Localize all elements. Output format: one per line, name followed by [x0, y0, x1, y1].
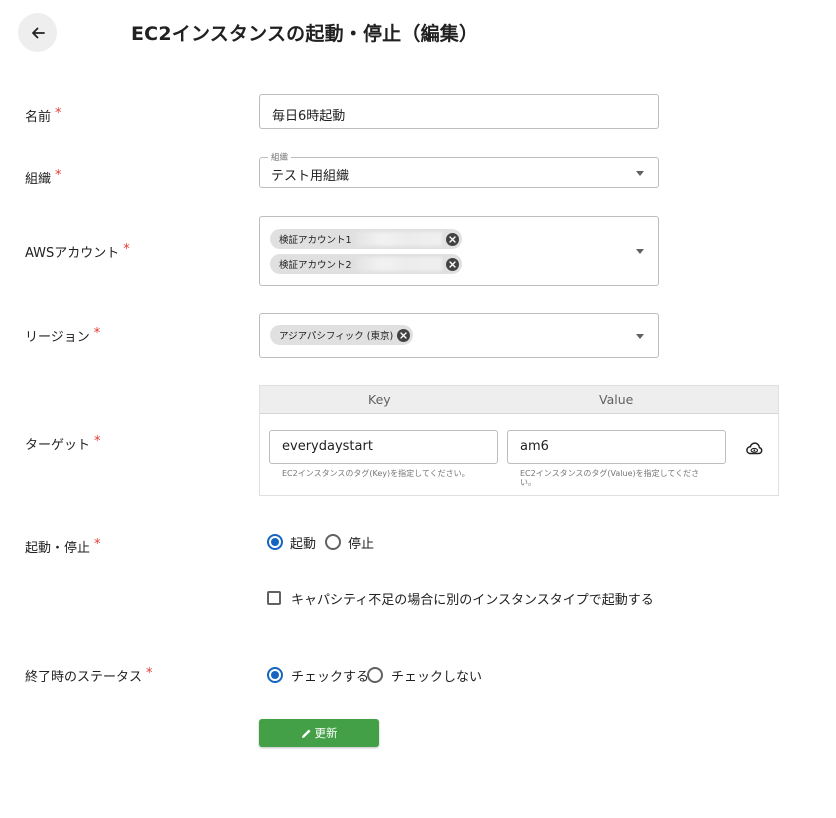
name-input[interactable]: 毎日6時起動: [259, 94, 659, 129]
end-status-label-row: 終了時のステータス *: [25, 666, 153, 685]
required-mark: *: [55, 168, 62, 183]
radio-stop[interactable]: [325, 534, 341, 550]
chip-close-icon[interactable]: [397, 328, 411, 342]
aws-account-label-row: AWSアカウント *: [25, 242, 130, 261]
start-stop-label-row: 起動・停止 *: [25, 537, 101, 556]
back-button[interactable]: [18, 13, 57, 52]
region-chip: アジアパシフィック (東京): [270, 325, 414, 345]
aws-account-chip: 検証アカウント2: [270, 254, 462, 274]
required-mark: *: [94, 434, 101, 449]
chip-label: アジアパシフィック (東京): [279, 331, 394, 342]
capacity-fallback-label: キャパシティ不足の場合に別のインスタンスタイプで起動する: [291, 593, 654, 608]
chip-close-icon[interactable]: [445, 257, 459, 271]
organization-label-row: 組織 *: [25, 168, 62, 187]
radio-start[interactable]: [267, 534, 283, 550]
required-mark: *: [55, 106, 62, 121]
tag-key-value: everydaystart: [282, 439, 373, 454]
redacted-area: [355, 232, 442, 246]
capacity-fallback-checkbox[interactable]: [267, 591, 281, 605]
arrow-left-icon: [31, 27, 45, 38]
chip-label: 検証アカウント2: [279, 260, 352, 271]
aws-account-select[interactable]: 検証アカウント1 検証アカウント2: [259, 216, 659, 286]
update-button[interactable]: 更新: [259, 719, 379, 747]
aws-account-chip: 検証アカウント1: [270, 229, 462, 249]
radio-start-label: 起動: [290, 537, 317, 552]
required-mark: *: [93, 326, 101, 341]
cloud-eye-icon[interactable]: [745, 441, 763, 460]
required-mark: *: [146, 666, 153, 681]
aws-account-label: AWSアカウント: [25, 246, 120, 261]
organization-floating-label: 組織: [268, 151, 292, 163]
required-mark: *: [123, 242, 130, 257]
required-mark: *: [94, 537, 101, 552]
chevron-down-icon: [636, 249, 644, 254]
radio-no-check-label: チェックしない: [391, 670, 483, 685]
name-label-row: 名前 *: [25, 106, 62, 125]
region-label-row: リージョン *: [25, 326, 100, 345]
organization-select-value: テスト用組織: [271, 169, 350, 184]
tag-value-value: am6: [520, 439, 549, 454]
chip-close-icon[interactable]: [445, 232, 459, 246]
radio-check[interactable]: [267, 667, 283, 683]
radio-check-label: チェックする: [291, 670, 370, 685]
target-tag-table: Key Value everydaystart am6 EC2インスタンスのタグ…: [259, 385, 779, 496]
redacted-area: [355, 257, 442, 271]
value-column-header: Value: [599, 392, 634, 407]
radio-no-check[interactable]: [367, 667, 383, 683]
pencil-icon: [301, 729, 310, 738]
tag-key-helper-text: EC2インスタンスのタグ(Key)を指定してください。: [282, 469, 470, 478]
target-label-row: ターゲット *: [25, 434, 101, 453]
target-label: ターゲット: [25, 438, 91, 453]
key-column-header: Key: [368, 392, 391, 407]
organization-label: 組織: [25, 172, 52, 187]
start-stop-label: 起動・停止: [25, 541, 91, 556]
update-button-label: 更新: [314, 726, 338, 740]
radio-stop-label: 停止: [348, 537, 375, 552]
target-table-header: Key Value: [260, 386, 778, 414]
name-input-value: 毎日6時起動: [272, 109, 346, 124]
tag-value-input[interactable]: am6: [507, 430, 726, 464]
tag-value-helper-text: EC2インスタンスのタグ(Value)を指定してください。: [520, 469, 700, 487]
name-label: 名前: [25, 110, 52, 125]
tag-key-input[interactable]: everydaystart: [269, 430, 498, 464]
region-select[interactable]: アジアパシフィック (東京): [259, 313, 659, 358]
organization-select[interactable]: 組織 テスト用組織: [259, 151, 659, 188]
end-status-label: 終了時のステータス: [25, 670, 143, 685]
chevron-down-icon: [636, 334, 644, 339]
page-title: EC2インスタンスの起動・停止（編集）: [131, 23, 479, 45]
chip-label: 検証アカウント1: [279, 235, 352, 246]
region-label: リージョン: [25, 330, 90, 345]
chevron-down-icon: [636, 171, 644, 176]
